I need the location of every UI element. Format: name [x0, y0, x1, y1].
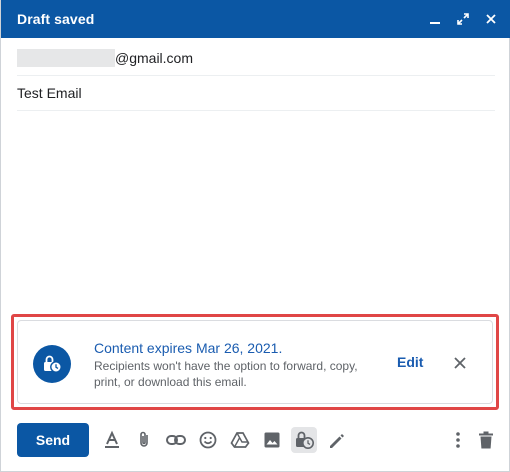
- recipient-email-domain: @gmail.com: [115, 49, 194, 66]
- link-icon[interactable]: [163, 427, 189, 453]
- edit-expiry-link[interactable]: Edit: [397, 354, 423, 370]
- expiry-title: Content expires Mar 26, 2021.: [94, 340, 283, 356]
- redacted-email-username: [17, 48, 115, 67]
- expand-icon[interactable]: [453, 8, 473, 30]
- expiry-description: Recipients won't have the option to forw…: [94, 359, 358, 389]
- attach-icon[interactable]: [131, 427, 157, 453]
- subject-text: Test Email: [17, 85, 82, 101]
- recipients-field[interactable]: @gmail.com: [17, 40, 495, 76]
- minimize-icon[interactable]: [425, 8, 445, 30]
- discard-icon[interactable]: [473, 427, 499, 453]
- compose-title: Draft saved: [17, 11, 95, 27]
- confidential-lock-clock-icon: [33, 345, 71, 383]
- confidential-mode-icon[interactable]: [291, 427, 317, 453]
- compose-titlebar[interactable]: Draft saved: [1, 0, 510, 38]
- format-text-icon[interactable]: [99, 427, 125, 453]
- signature-icon[interactable]: [323, 427, 349, 453]
- confidential-mode-banner: Content expires Mar 26, 2021. Recipients…: [17, 320, 493, 404]
- subject-field[interactable]: Test Email: [17, 76, 495, 111]
- drive-icon[interactable]: [227, 427, 253, 453]
- emoji-icon[interactable]: [195, 427, 221, 453]
- message-body[interactable]: [17, 112, 495, 312]
- compose-toolbar: Send: [17, 423, 501, 457]
- window-controls: [425, 8, 501, 30]
- send-button[interactable]: Send: [17, 423, 89, 457]
- more-options-icon[interactable]: [445, 427, 471, 453]
- close-banner-icon[interactable]: [450, 353, 470, 373]
- photo-icon[interactable]: [259, 427, 285, 453]
- compose-window: Draft saved @gmail.com Test Email Conten…: [0, 0, 510, 472]
- close-icon[interactable]: [481, 8, 501, 30]
